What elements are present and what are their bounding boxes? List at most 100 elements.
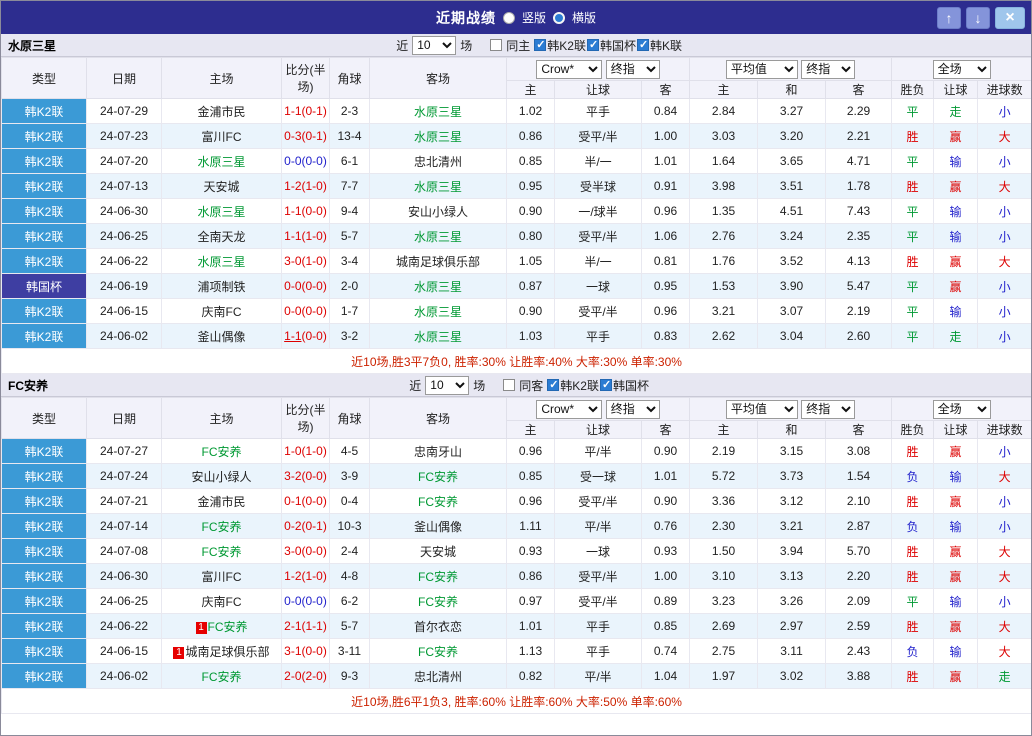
match-row: 韩K2联 24-07-21 金浦市民 0-1(0-0) 0-4 FC安养 0.96 受平/半 0… bbox=[1, 488, 1031, 514]
handicap-result: 输 bbox=[933, 198, 979, 224]
euro-draw-odds: 3.94 bbox=[757, 538, 827, 564]
handicap-away-odds: 0.74 bbox=[640, 638, 691, 664]
handicap-home-odds: 1.02 bbox=[506, 98, 555, 124]
handicap-home-odds: 0.82 bbox=[506, 663, 555, 689]
match-row: 韩K2联 24-07-20 水原三星 0-0(0-0) 6-1 忠北清州 0.85 半/一 1.… bbox=[1, 148, 1031, 174]
move-down-button[interactable]: ↓ bbox=[966, 6, 990, 29]
recent-count-select[interactable]: 10 bbox=[412, 35, 457, 55]
home-team: 水原三星 bbox=[161, 198, 282, 224]
home-team: FC安养 bbox=[161, 513, 282, 539]
match-row: 韩K2联 24-06-15 庆南FC 0-0(0-0) 1-7 水原三星 0.90 受平/半 0… bbox=[1, 298, 1031, 324]
handicap-result: 赢 bbox=[933, 663, 979, 689]
euro-avg-select[interactable]: 平均值 bbox=[725, 399, 798, 419]
handicap-line: 半/一 bbox=[554, 248, 642, 274]
euro-draw-odds: 3.11 bbox=[757, 638, 827, 664]
goals-result: 大 bbox=[977, 563, 1031, 589]
match-row: 韩K2联 24-07-23 富川FC 0-3(0-1) 13-4 水原三星 0.86 受平/半… bbox=[1, 123, 1031, 149]
recent-count-select[interactable]: 10 bbox=[425, 375, 470, 395]
match-row: 韩K2联 24-06-22 水原三星 3-0(1-0) 3-4 城南足球俱乐部 1.05 半/… bbox=[1, 248, 1031, 274]
odds-final-select[interactable]: 终指 bbox=[605, 59, 660, 79]
euro-away-odds: 2.60 bbox=[825, 323, 893, 349]
corner-score: 9-4 bbox=[329, 198, 370, 224]
score: 0-0(0-0) bbox=[281, 298, 330, 324]
handicap-away-odds: 0.84 bbox=[640, 98, 691, 124]
corner-score: 1-7 bbox=[329, 298, 370, 324]
match-row: 韩K2联 24-06-30 富川FC 1-2(1-0) 4-8 FC安养 0.86 受平/半 1… bbox=[1, 563, 1031, 589]
euro-draw-odds: 3.73 bbox=[757, 463, 827, 489]
handicap-home-odds: 0.86 bbox=[506, 123, 555, 149]
handicap-line: 一球 bbox=[554, 273, 642, 299]
goals-result: 小 bbox=[977, 273, 1031, 299]
euro-avg-select[interactable]: 平均值 bbox=[725, 59, 798, 79]
handicap-result: 赢 bbox=[933, 613, 979, 639]
odds-source-select[interactable]: Crow* bbox=[536, 59, 603, 79]
handicap-away-odds: 0.83 bbox=[640, 323, 691, 349]
league-type: 韩K2联 bbox=[1, 223, 87, 249]
league-filter-checkbox[interactable] bbox=[636, 38, 649, 51]
league-filter-checkbox[interactable] bbox=[547, 378, 560, 391]
match-date: 24-06-15 bbox=[86, 638, 162, 664]
odds-final-select[interactable]: 终指 bbox=[605, 399, 660, 419]
handicap-away-odds: 1.00 bbox=[640, 563, 691, 589]
matches-label: 场 bbox=[473, 378, 486, 393]
match-result: 胜 bbox=[891, 173, 935, 199]
topbar: 近期战绩 竖版 横版 ↑ ↓ × bbox=[1, 1, 1031, 34]
handicap-result: 输 bbox=[933, 298, 979, 324]
euro-final-select[interactable]: 终指 bbox=[801, 59, 856, 79]
col-euro-away: 客 bbox=[825, 420, 893, 439]
radio-vertical-layout[interactable] bbox=[502, 11, 515, 24]
league-type: 韩K2联 bbox=[1, 298, 87, 324]
radio-horizontal-label[interactable]: 横版 bbox=[572, 9, 596, 26]
handicap-line: 平/半 bbox=[554, 663, 642, 689]
euro-draw-odds: 3.65 bbox=[757, 148, 827, 174]
euro-draw-odds: 3.07 bbox=[757, 298, 827, 324]
match-result: 胜 bbox=[891, 123, 935, 149]
euro-draw-odds: 3.21 bbox=[757, 513, 827, 539]
goals-result: 走 bbox=[977, 663, 1031, 689]
handicap-away-odds: 0.93 bbox=[640, 538, 691, 564]
score: 1-1(1-0) bbox=[281, 223, 330, 249]
radio-vertical-label[interactable]: 竖版 bbox=[522, 9, 546, 26]
same-home-checkbox[interactable] bbox=[490, 39, 503, 51]
league-filter-checkbox[interactable] bbox=[599, 378, 612, 391]
match-date: 24-06-22 bbox=[86, 248, 162, 274]
match-row: 韩K2联 24-07-14 FC安养 0-2(0-1) 10-3 釜山偶像 1.11 平/半 0… bbox=[1, 513, 1031, 539]
euro-away-odds: 2.29 bbox=[825, 98, 893, 124]
handicap-result: 输 bbox=[933, 588, 979, 614]
summary-line: 近10场,胜6平1负3, 胜率:60% 让胜率:60% 大率:50% 单率:60… bbox=[1, 688, 1031, 714]
radio-horizontal-layout[interactable] bbox=[553, 11, 565, 24]
score: 3-0(1-0) bbox=[281, 248, 330, 274]
euro-final-select[interactable]: 终指 bbox=[801, 399, 856, 419]
handicap-home-odds: 0.85 bbox=[506, 463, 555, 489]
euro-home-odds: 3.21 bbox=[689, 298, 759, 324]
handicap-home-odds: 1.05 bbox=[506, 248, 555, 274]
odds-source-select[interactable]: Crow* bbox=[536, 399, 603, 419]
same-away-checkbox[interactable] bbox=[503, 379, 516, 391]
euro-away-odds: 5.70 bbox=[825, 538, 893, 564]
match-row: 韩国杯 24-06-19 浦项制铁 0-0(0-0) 2-0 水原三星 0.87 一球 0.95… bbox=[1, 273, 1031, 299]
scope-select[interactable]: 全场 bbox=[932, 399, 991, 419]
close-button[interactable]: × bbox=[995, 6, 1025, 29]
match-result: 胜 bbox=[891, 438, 935, 464]
goals-result: 小 bbox=[977, 148, 1031, 174]
scope-select[interactable]: 全场 bbox=[932, 59, 991, 79]
league-filter-group: 韩K2联韩国杯韩K联 bbox=[534, 37, 682, 54]
euro-home-odds: 3.23 bbox=[689, 588, 759, 614]
match-row: 韩K2联 24-06-25 全南天龙 1-1(1-0) 5-7 水原三星 0.80 受平/半 1… bbox=[1, 223, 1031, 249]
match-result: 胜 bbox=[891, 248, 935, 274]
league-filter-checkbox[interactable] bbox=[586, 38, 599, 51]
handicap-home-odds: 0.96 bbox=[506, 488, 555, 514]
league-type: 韩K2联 bbox=[1, 513, 87, 539]
league-filter-checkbox[interactable] bbox=[534, 38, 547, 51]
match-result: 胜 bbox=[891, 663, 935, 689]
goals-result: 大 bbox=[977, 463, 1031, 489]
away-team: FC安养 bbox=[369, 463, 507, 489]
league-type: 韩国杯 bbox=[1, 273, 87, 299]
match-row: 韩K2联 24-07-29 金浦市民 1-1(0-1) 2-3 水原三星 1.02 平手 0.8… bbox=[1, 98, 1031, 124]
handicap-result: 赢 bbox=[933, 173, 979, 199]
away-team: 忠北清州 bbox=[369, 663, 507, 689]
move-up-button[interactable]: ↑ bbox=[937, 6, 961, 29]
home-team: 金浦市民 bbox=[161, 98, 282, 124]
home-team: 1 FC安养 bbox=[161, 613, 282, 639]
col-hcp-home: 主 bbox=[506, 420, 555, 439]
